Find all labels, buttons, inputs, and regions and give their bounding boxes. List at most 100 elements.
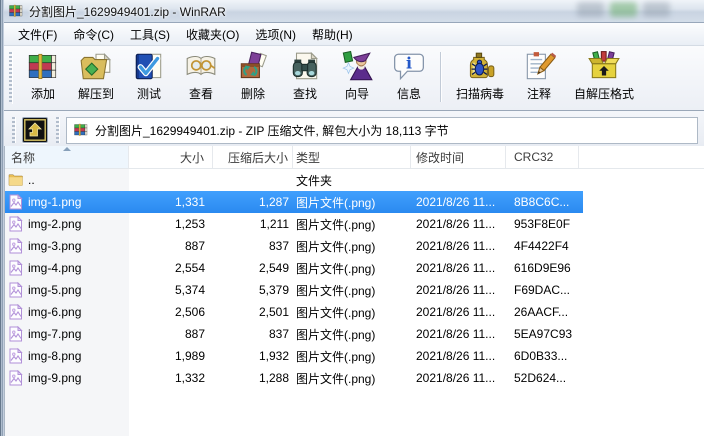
image-file-icon: [8, 304, 24, 320]
file-type: 图片文件(.png): [296, 305, 376, 320]
info-icon: [392, 50, 426, 84]
file-type: 图片文件(.png): [296, 195, 376, 210]
toolbar: 添加 解压到 测试 查看 删除 查找 向导 信息 扫描病毒 注释 自解压格式: [4, 46, 704, 111]
menu-tools[interactable]: 工具(S): [122, 23, 178, 46]
file-type: 图片文件(.png): [296, 283, 376, 298]
add-button[interactable]: 添加: [18, 48, 68, 104]
file-size: 2,506: [174, 305, 205, 319]
file-modified: 2021/8/26 11...: [416, 305, 496, 319]
table-row-img-7[interactable]: img-7.png 887 837 图片文件(.png) 2021/8/26 1…: [5, 323, 583, 345]
file-crc32: 4F4422F4: [514, 239, 569, 253]
menu-help[interactable]: 帮助(H): [304, 23, 361, 46]
file-modified: 2021/8/26 11...: [416, 371, 496, 385]
archive-description: 分割图片_1629949401.zip - ZIP 压缩文件, 解包大小为 18…: [95, 123, 449, 138]
file-name: img-5.png: [28, 283, 82, 297]
file-name: img-3.png: [28, 239, 82, 253]
file-crc32: 953F8E0F: [514, 217, 571, 231]
comment-button[interactable]: 注释: [514, 48, 564, 104]
wizard-icon: [340, 50, 374, 84]
image-file-icon: [8, 260, 24, 276]
find-button[interactable]: 查找: [280, 48, 330, 104]
file-modified: 2021/8/26 11...: [416, 349, 496, 363]
file-size: 1,331: [174, 195, 205, 209]
winrar-window: 分割图片_1629949401.zip - WinRAR 文件(F) 命令(C)…: [0, 0, 704, 436]
title-bar[interactable]: 分割图片_1629949401.zip - WinRAR: [4, 0, 704, 23]
file-packed-size: 1,288: [258, 371, 289, 385]
column-header-size[interactable]: 大小: [129, 146, 213, 168]
file-packed-size: 1,287: [258, 195, 289, 209]
file-name: img-2.png: [28, 217, 82, 231]
minimize-button[interactable]: [577, 2, 604, 17]
file-crc32: 5EA97C93: [514, 327, 573, 341]
image-file-icon: [8, 348, 24, 364]
add-archive-icon: [26, 50, 60, 84]
column-header-name[interactable]: 名称: [5, 146, 129, 168]
file-packed-size: 2,549: [258, 261, 289, 275]
wizard-button[interactable]: 向导: [332, 48, 382, 104]
column-header-modified[interactable]: 修改时间: [411, 146, 506, 168]
menu-bar: 文件(F) 命令(C) 工具(S) 收藏夹(O) 选项(N) 帮助(H): [4, 23, 704, 46]
menu-favorites[interactable]: 收藏夹(O): [178, 23, 247, 46]
table-row-img-5[interactable]: img-5.png 5,374 5,379 图片文件(.png) 2021/8/…: [5, 279, 583, 301]
column-header-packed[interactable]: 压缩后大小: [213, 146, 293, 168]
file-type: 图片文件(.png): [296, 349, 376, 364]
menu-commands[interactable]: 命令(C): [65, 23, 122, 46]
column-header-type[interactable]: 类型: [293, 146, 411, 168]
delete-button[interactable]: 删除: [228, 48, 278, 104]
window-frame-left: [0, 0, 4, 436]
table-row-parent-dir[interactable]: .. 文件夹: [5, 169, 583, 191]
image-file-icon: [8, 326, 24, 342]
address-field-gripper: [56, 117, 60, 143]
close-button[interactable]: [643, 2, 670, 17]
file-modified: 2021/8/26 11...: [416, 195, 496, 209]
table-row-img-9[interactable]: img-9.png 1,332 1,288 图片文件(.png) 2021/8/…: [5, 367, 583, 389]
file-crc32: 26AACF...: [514, 305, 569, 319]
table-row-img-6[interactable]: img-6.png 2,506 2,501 图片文件(.png) 2021/8/…: [5, 301, 583, 323]
menu-file[interactable]: 文件(F): [10, 23, 65, 46]
sfx-button[interactable]: 自解压格式: [566, 48, 642, 104]
file-size: 887: [184, 239, 205, 253]
file-size: 887: [184, 327, 205, 341]
table-row-img-3[interactable]: img-3.png 887 837 图片文件(.png) 2021/8/26 1…: [5, 235, 583, 257]
maximize-button[interactable]: [610, 2, 637, 17]
find-icon: [288, 50, 322, 84]
file-modified: 2021/8/26 11...: [416, 217, 496, 231]
file-packed-size: 1,211: [259, 217, 289, 231]
file-type: 图片文件(.png): [296, 239, 376, 254]
winrar-archive-icon: [8, 3, 24, 19]
file-modified: 2021/8/26 11...: [416, 261, 496, 275]
archive-address-field[interactable]: 分割图片_1629949401.zip - ZIP 压缩文件, 解包大小为 18…: [66, 116, 698, 144]
virus-scan-button[interactable]: 扫描病毒: [448, 48, 512, 104]
table-row-img-8[interactable]: img-8.png 1,989 1,932 图片文件(.png) 2021/8/…: [5, 345, 583, 367]
window-title: 分割图片_1629949401.zip - WinRAR: [29, 4, 226, 19]
file-modified: 2021/8/26 11...: [416, 283, 496, 297]
file-name: img-4.png: [28, 261, 82, 275]
file-type: 图片文件(.png): [296, 327, 376, 342]
delete-icon: [236, 50, 270, 84]
winrar-archive-icon: [73, 122, 89, 138]
table-row-img-4[interactable]: img-4.png 2,554 2,549 图片文件(.png) 2021/8/…: [5, 257, 583, 279]
file-name: img-7.png: [28, 327, 82, 341]
file-packed-size: 5,379: [258, 283, 289, 297]
info-button[interactable]: 信息: [384, 48, 434, 104]
test-archive-icon: [132, 50, 166, 84]
test-button[interactable]: 测试: [124, 48, 174, 104]
address-bar: 分割图片_1629949401.zip - ZIP 压缩文件, 解包大小为 18…: [4, 111, 704, 150]
file-size: 1,332: [174, 371, 205, 385]
menu-options[interactable]: 选项(N): [247, 23, 304, 46]
file-crc32: 6D0B33...: [514, 349, 568, 363]
extract-to-button[interactable]: 解压到: [70, 48, 122, 104]
image-file-icon: [8, 282, 24, 298]
file-type: 图片文件(.png): [296, 261, 376, 276]
view-button[interactable]: 查看: [176, 48, 226, 104]
up-one-level-button[interactable]: [22, 117, 48, 143]
toolbar-separator: [440, 52, 443, 102]
file-size: 1,253: [174, 217, 205, 231]
table-row-img-2[interactable]: img-2.png 1,253 1,211 图片文件(.png) 2021/8/…: [5, 213, 583, 235]
file-size: 2,554: [174, 261, 205, 275]
file-name: img-1.png: [28, 195, 82, 209]
extract-to-icon: [79, 50, 113, 84]
window-controls[interactable]: [577, 2, 670, 17]
table-row-img-1[interactable]: img-1.png 1,331 1,287 图片文件(.png) 2021/8/…: [5, 191, 583, 213]
column-header-crc32[interactable]: CRC32: [506, 146, 579, 168]
